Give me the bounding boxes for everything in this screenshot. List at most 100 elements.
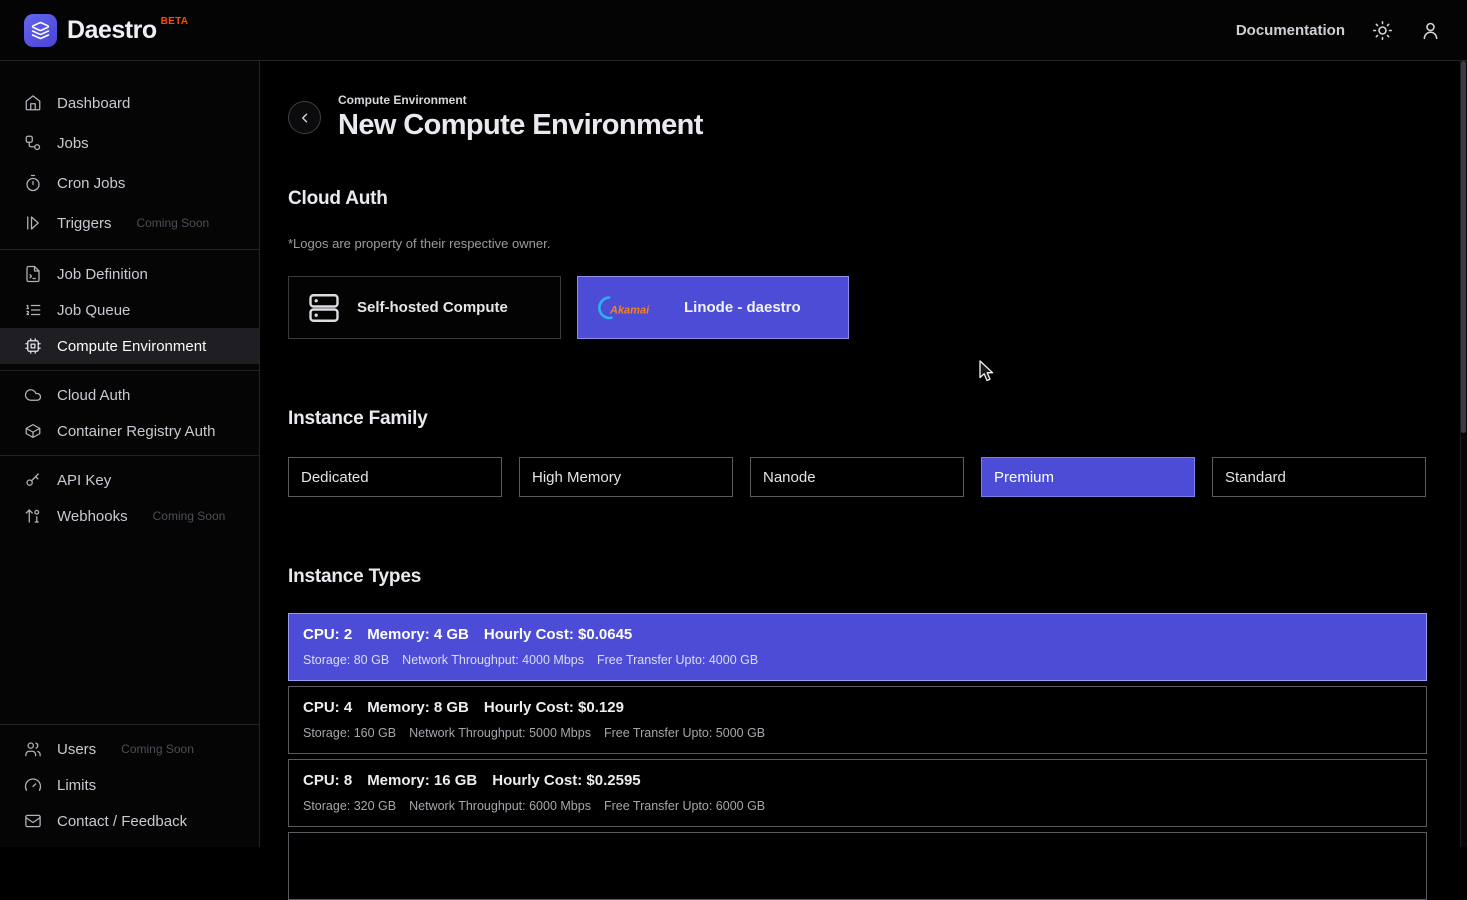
gauge-icon xyxy=(24,776,42,794)
family-option-label: Standard xyxy=(1225,469,1286,486)
back-button[interactable] xyxy=(288,101,321,134)
coming-soon-badge: Coming Soon xyxy=(136,216,209,230)
coming-soon-badge: Coming Soon xyxy=(153,509,226,523)
documentation-link[interactable]: Documentation xyxy=(1236,22,1345,39)
spec-cpu: CPU: 4 xyxy=(303,699,352,716)
sidebar-divider xyxy=(0,249,259,250)
home-icon xyxy=(24,94,42,112)
mail-icon xyxy=(24,812,42,830)
theme-toggle-sun-icon[interactable] xyxy=(1372,20,1393,41)
detail-network-throughput: Network Throughput: 4000 Mbps xyxy=(402,653,584,667)
sidebar-item-webhooks[interactable]: Webhooks Coming Soon xyxy=(0,498,259,534)
instance-family-heading: Instance Family xyxy=(288,408,1427,430)
beta-badge: BETA xyxy=(161,16,189,27)
main-content: Compute Environment New Compute Environm… xyxy=(260,61,1467,847)
cloud-auth-option-self-hosted[interactable]: Self-hosted Compute xyxy=(288,276,561,339)
cloud-auth-option-linode-daestro[interactable]: Akamai Linode - daestro xyxy=(577,276,849,339)
spec-hourly-cost: Hourly Cost: $0.129 xyxy=(484,699,624,716)
detail-free-transfer: Free Transfer Upto: 4000 GB xyxy=(597,653,758,667)
sidebar-item-dashboard[interactable]: Dashboard xyxy=(0,83,259,123)
instance-types-list: CPU: 2 Memory: 4 GB Hourly Cost: $0.0645… xyxy=(288,613,1427,900)
sidebar-item-label: Job Definition xyxy=(57,266,148,283)
timer-icon xyxy=(24,174,42,192)
layers-icon xyxy=(31,21,50,40)
brand-name: Daestro xyxy=(67,16,157,45)
cloud-auth-option-label: Self-hosted Compute xyxy=(357,299,508,316)
daestro-logo[interactable] xyxy=(24,14,57,47)
users-icon xyxy=(24,740,42,758)
coming-soon-badge: Coming Soon xyxy=(121,742,194,756)
family-option-label: High Memory xyxy=(532,469,621,486)
sidebar-item-label: Contact / Feedback xyxy=(57,813,187,830)
sidebar-item-compute-environment[interactable]: Compute Environment xyxy=(0,328,259,364)
cloud-auth-heading: Cloud Auth xyxy=(288,188,1427,210)
detail-free-transfer: Free Transfer Upto: 6000 GB xyxy=(604,799,765,813)
instance-family-options: Dedicated High Memory Nanode Premium Sta… xyxy=(288,457,1427,497)
spec-memory: Memory: 4 GB xyxy=(367,626,469,643)
step-forward-icon xyxy=(24,214,42,232)
sidebar-item-label: Limits xyxy=(57,777,96,794)
cpu-icon xyxy=(24,337,42,355)
instance-type-row-3[interactable]: CPU: 8 Memory: 16 GB Hourly Cost: $0.259… xyxy=(288,759,1427,827)
sidebar-item-label: Compute Environment xyxy=(57,338,206,355)
detail-network-throughput: Network Throughput: 6000 Mbps xyxy=(409,799,591,813)
sidebar-item-label: Jobs xyxy=(57,135,89,152)
sidebar-item-label: Cron Jobs xyxy=(57,175,125,192)
spec-memory: Memory: 8 GB xyxy=(367,699,469,716)
sidebar-item-label: Cloud Auth xyxy=(57,387,130,404)
sidebar-item-users[interactable]: Users Coming Soon xyxy=(0,731,259,767)
sidebar-item-jobs[interactable]: Jobs xyxy=(0,123,259,163)
instance-type-row-4-partial[interactable] xyxy=(288,832,1427,900)
sidebar-divider xyxy=(0,724,259,725)
family-option-standard[interactable]: Standard xyxy=(1212,457,1426,497)
spec-hourly-cost: Hourly Cost: $0.0645 xyxy=(484,626,632,643)
sidebar-item-job-definition[interactable]: Job Definition xyxy=(0,256,259,292)
family-option-label: Dedicated xyxy=(301,469,369,486)
detail-storage: Storage: 160 GB xyxy=(303,726,396,740)
detail-network-throughput: Network Throughput: 5000 Mbps xyxy=(409,726,591,740)
instance-type-row-2[interactable]: CPU: 4 Memory: 8 GB Hourly Cost: $0.129 … xyxy=(288,686,1427,754)
key-icon xyxy=(24,471,42,489)
chevron-left-icon xyxy=(296,109,314,127)
sidebar-item-api-key[interactable]: API Key xyxy=(0,462,259,498)
sidebar: Dashboard Jobs Cron Jobs xyxy=(0,61,260,847)
sidebar-item-label: Users xyxy=(57,741,96,758)
family-option-high-memory[interactable]: High Memory xyxy=(519,457,733,497)
cloud-auth-options: Self-hosted Compute Akamai Linode - daes… xyxy=(288,276,1427,339)
page-title: New Compute Environment xyxy=(338,109,703,142)
server-icon xyxy=(306,290,342,326)
akamai-logo-text: Akamai xyxy=(609,304,650,316)
workflow-icon xyxy=(24,134,42,152)
topbar: Daestro BETA Documentation xyxy=(0,0,1467,61)
sidebar-divider xyxy=(0,370,259,371)
sidebar-item-label: Webhooks xyxy=(57,508,128,525)
family-option-premium[interactable]: Premium xyxy=(981,457,1195,497)
instance-type-row-1[interactable]: CPU: 2 Memory: 4 GB Hourly Cost: $0.0645… xyxy=(288,613,1427,681)
vertical-scrollbar xyxy=(1460,61,1467,847)
list-ordered-icon xyxy=(24,301,42,319)
spec-memory: Memory: 16 GB xyxy=(367,772,477,789)
sidebar-item-cron-jobs[interactable]: Cron Jobs xyxy=(0,163,259,203)
package-icon xyxy=(24,422,42,440)
sidebar-item-limits[interactable]: Limits xyxy=(0,767,259,803)
user-account-icon[interactable] xyxy=(1420,20,1441,41)
sidebar-item-label: Container Registry Auth xyxy=(57,423,215,440)
spec-cpu: CPU: 2 xyxy=(303,626,352,643)
akamai-logo: Akamai xyxy=(595,295,669,321)
sidebar-item-label: Dashboard xyxy=(57,95,130,112)
family-option-label: Premium xyxy=(994,469,1054,486)
family-option-dedicated[interactable]: Dedicated xyxy=(288,457,502,497)
sidebar-item-container-registry-auth[interactable]: Container Registry Auth xyxy=(0,413,259,449)
detail-storage: Storage: 320 GB xyxy=(303,799,396,813)
sidebar-item-job-queue[interactable]: Job Queue xyxy=(0,292,259,328)
instance-types-heading: Instance Types xyxy=(288,566,1427,588)
sidebar-item-triggers[interactable]: Triggers Coming Soon xyxy=(0,203,259,243)
family-option-label: Nanode xyxy=(763,469,816,486)
detail-free-transfer: Free Transfer Upto: 5000 GB xyxy=(604,726,765,740)
family-option-nanode[interactable]: Nanode xyxy=(750,457,964,497)
sidebar-item-contact-feedback[interactable]: Contact / Feedback xyxy=(0,803,259,839)
scrollbar-thumb[interactable] xyxy=(1461,61,1466,433)
webhook-icon xyxy=(24,507,42,525)
file-terminal-icon xyxy=(24,265,42,283)
sidebar-item-cloud-auth[interactable]: Cloud Auth xyxy=(0,377,259,413)
